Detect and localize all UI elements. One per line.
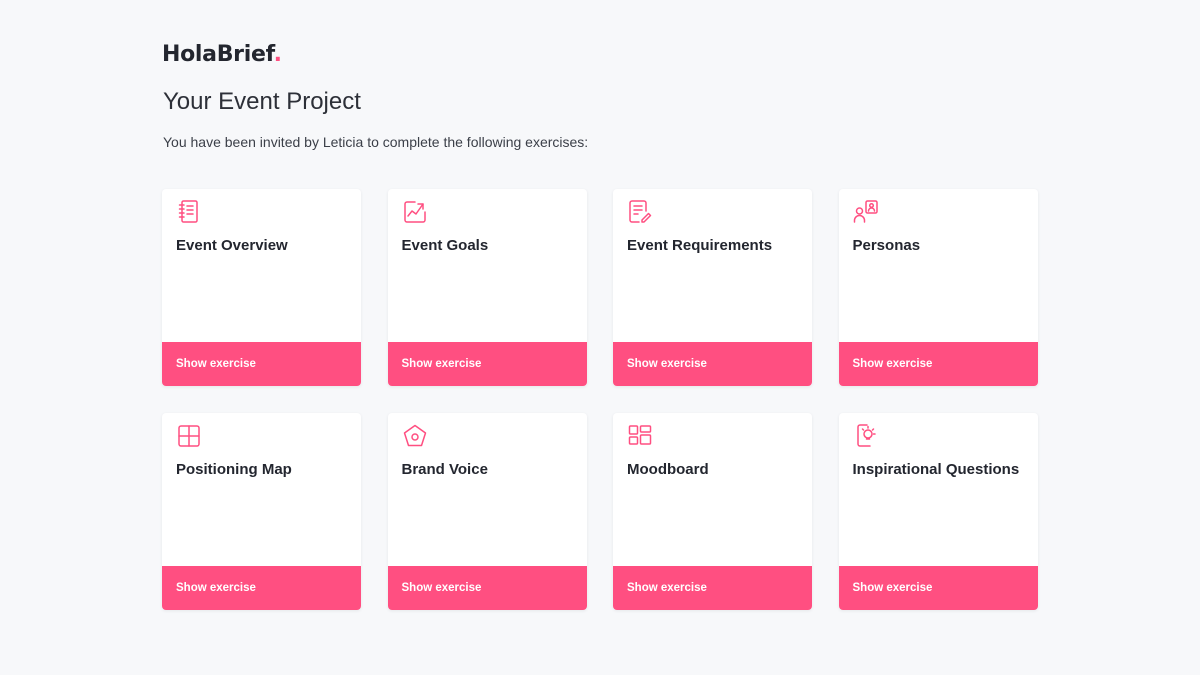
page: HolaBrief. Your Event Project You have b…	[0, 0, 1200, 675]
user-profile-icon	[853, 199, 879, 225]
exercise-card-brand-voice: Brand Voice Show exercise	[387, 413, 587, 610]
holabrief-logo[interactable]: HolaBrief.	[162, 42, 282, 67]
growth-chart-icon	[402, 199, 428, 225]
pentagon-icon	[402, 423, 428, 449]
exercise-title: Brand Voice	[401, 461, 488, 478]
exercise-card-personas: Personas Show exercise	[838, 189, 1038, 386]
exercise-title: Inspirational Questions	[852, 461, 1020, 478]
exercise-title: Event Requirements	[627, 237, 773, 254]
exercise-grid: Event Overview Show exercise Event Goals…	[162, 189, 1038, 610]
exercise-title: Event Goals	[401, 237, 489, 254]
grid-quadrant-icon	[176, 423, 202, 449]
show-exercise-button[interactable]: Show exercise	[387, 342, 587, 386]
show-exercise-button[interactable]: Show exercise	[387, 566, 587, 610]
exercise-title: Moodboard	[627, 461, 709, 478]
lightbulb-phone-icon	[853, 423, 879, 449]
notebook-icon	[176, 199, 202, 225]
show-exercise-button[interactable]: Show exercise	[613, 566, 812, 610]
page-title: Your Event Project	[163, 88, 361, 115]
exercise-card-event-requirements: Event Requirements Show exercise	[613, 189, 812, 386]
dashboard-layout-icon	[627, 423, 653, 449]
show-exercise-button[interactable]: Show exercise	[162, 342, 361, 386]
show-exercise-button[interactable]: Show exercise	[613, 342, 812, 386]
show-exercise-button[interactable]: Show exercise	[838, 342, 1038, 386]
logo-dot: .	[273, 42, 282, 67]
exercise-title: Positioning Map	[176, 461, 292, 478]
show-exercise-button[interactable]: Show exercise	[162, 566, 361, 610]
exercise-card-event-overview: Event Overview Show exercise	[162, 189, 361, 386]
show-exercise-button[interactable]: Show exercise	[838, 566, 1038, 610]
page-subtitle: You have been invited by Leticia to comp…	[163, 134, 589, 150]
exercise-card-moodboard: Moodboard Show exercise	[613, 413, 812, 610]
exercise-card-positioning-map: Positioning Map Show exercise	[162, 413, 361, 610]
exercise-card-event-goals: Event Goals Show exercise	[387, 189, 587, 386]
exercise-title: Event Overview	[176, 237, 288, 254]
document-edit-icon	[627, 199, 653, 225]
logo-text: HolaBrief	[162, 42, 274, 67]
exercise-title: Personas	[852, 237, 921, 254]
exercise-card-inspirational-questions: Inspirational Questions Show exercise	[838, 413, 1038, 610]
